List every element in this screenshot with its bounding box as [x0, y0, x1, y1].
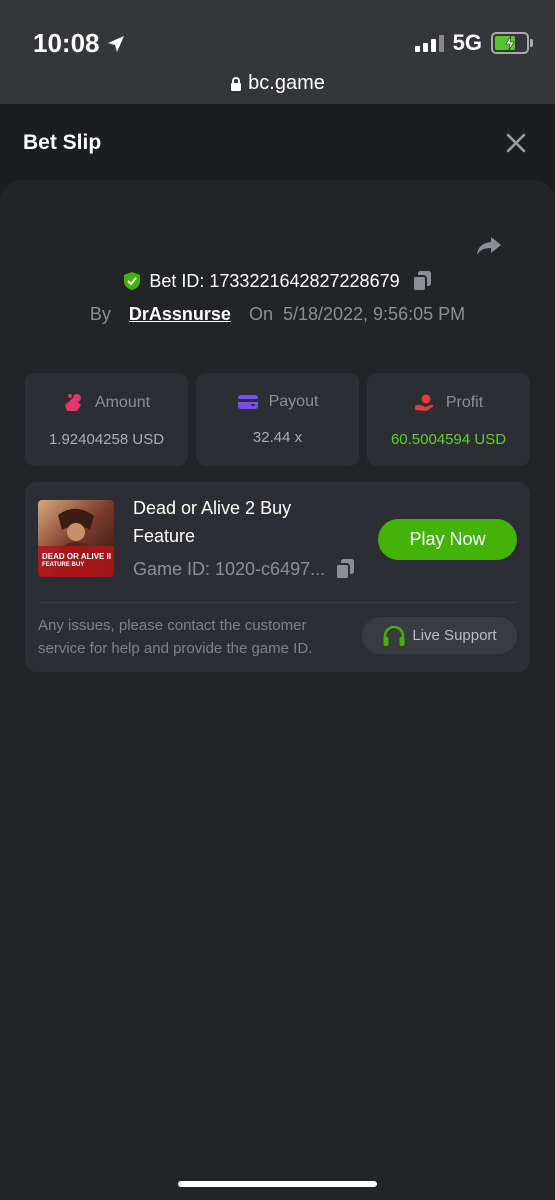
profit-label: Profit: [445, 394, 484, 411]
home-indicator: [178, 1181, 377, 1187]
lock-icon: [231, 76, 242, 91]
bet-datetime: 5/18/2022, 9:56:05 PM: [282, 304, 466, 324]
game-id: Game ID: 1020-c6497...: [133, 558, 326, 579]
profit-value: 60.5004594 USD: [390, 431, 507, 448]
time-text: 10:08: [33, 28, 100, 58]
support-message: Any issues, please contact the customer …: [38, 617, 313, 657]
game-thumbnail[interactable]: DEAD OR ALIVE II FEATURE BUY: [38, 500, 114, 577]
amount-stat: Amount 1.92404258 USD: [25, 373, 188, 466]
live-support-button[interactable]: Live Support: [362, 617, 517, 654]
status-bar: 10:08 5G bc.game: [0, 0, 555, 104]
bet-meta-row: By DrAssnurse On 5/18/2022, 9:56:05 PM: [0, 304, 555, 325]
by-label: By: [89, 304, 111, 324]
amount-label: Amount: [94, 394, 151, 411]
username-link[interactable]: DrAssnurse: [129, 304, 231, 325]
status-indicators: 5G: [414, 30, 533, 56]
share-icon[interactable]: [475, 232, 503, 260]
bet-id-row: Bet ID: 1733221642827228679: [0, 270, 555, 292]
headset-icon: [383, 625, 405, 646]
copy-icon[interactable]: [411, 270, 432, 292]
thumb-title: DEAD OR ALIVE II: [42, 552, 112, 561]
page-title: Bet Slip: [23, 131, 102, 154]
amount-icon: [64, 394, 81, 411]
location-arrow-icon: [107, 35, 124, 52]
play-now-button[interactable]: Play Now: [378, 519, 517, 560]
battery-icon: [491, 32, 533, 54]
bet-slip-panel: Bet ID: 1733221642827228679 By DrAssnurs…: [0, 180, 555, 1200]
signal-icon: [414, 34, 444, 52]
bet-slip-header: Bet Slip: [0, 104, 555, 180]
bet-id: Bet ID: 1733221642827228679: [149, 270, 400, 291]
shield-check-icon: [124, 272, 141, 290]
game-id-row: Game ID: 1020-c6497...: [133, 558, 355, 580]
game-title[interactable]: Dead or Alive 2 Buy Feature: [133, 494, 343, 550]
url-text: bc.game: [248, 72, 325, 94]
amount-value: 1.92404258 USD: [48, 431, 165, 448]
clock: 10:08: [33, 28, 126, 59]
divider: [38, 602, 517, 603]
close-icon[interactable]: [505, 132, 527, 154]
live-support-label: Live Support: [412, 627, 497, 644]
profit-icon: [414, 394, 434, 411]
copy-icon[interactable]: [335, 558, 355, 580]
on-label: On: [248, 304, 273, 324]
thumb-subtitle: FEATURE BUY: [42, 562, 85, 568]
payout-label: Payout: [268, 393, 319, 410]
bet-stats: Amount 1.92404258 USD Payout 32.44 x Pro…: [25, 373, 530, 466]
payout-value: 32.44 x: [252, 429, 303, 446]
game-card: DEAD OR ALIVE II FEATURE BUY Dead or Ali…: [25, 482, 530, 672]
address-bar[interactable]: bc.game: [0, 72, 555, 95]
network-type: 5G: [452, 30, 482, 55]
wallet-icon: [237, 395, 258, 409]
payout-stat: Payout 32.44 x: [196, 373, 359, 466]
profit-stat: Profit 60.5004594 USD: [367, 373, 530, 466]
